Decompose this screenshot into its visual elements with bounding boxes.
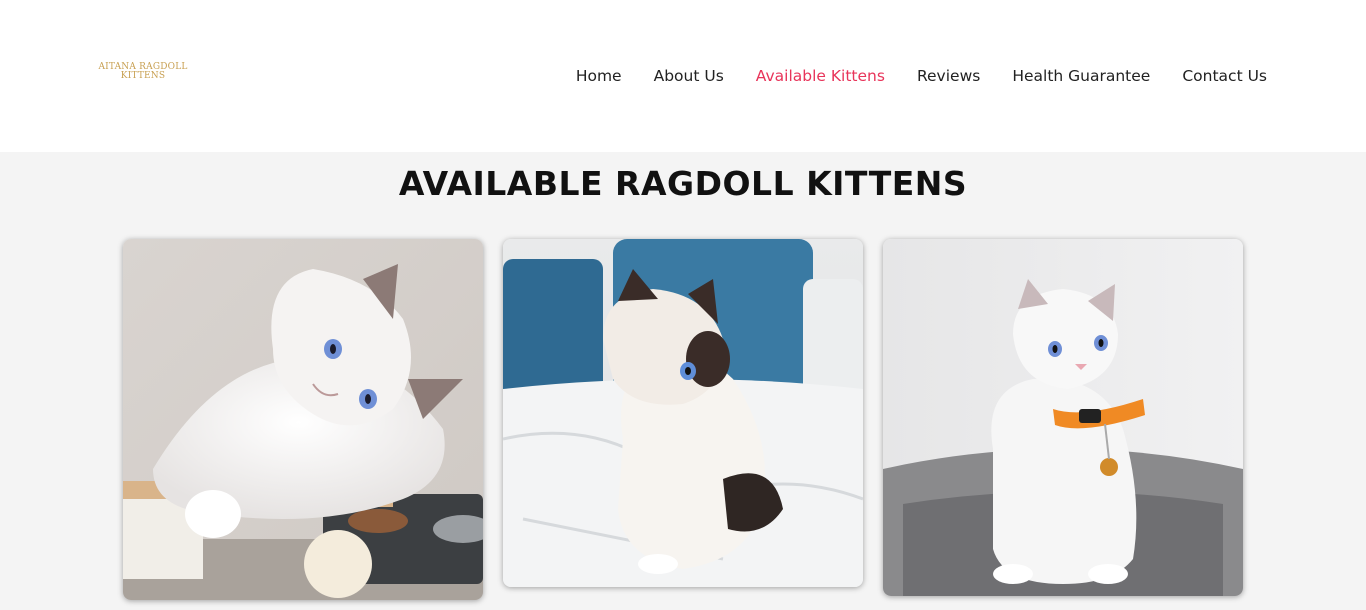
nav-available-kittens[interactable]: Available Kittens bbox=[756, 67, 885, 85]
nav-health-guarantee[interactable]: Health Guarantee bbox=[1012, 67, 1150, 85]
nav-home[interactable]: Home bbox=[576, 67, 622, 85]
kitten-card-3[interactable] bbox=[883, 239, 1243, 596]
nav-reviews[interactable]: Reviews bbox=[917, 67, 980, 85]
kitten-card-1[interactable] bbox=[123, 239, 483, 600]
kitten-photo-3 bbox=[883, 239, 1243, 596]
page-title: AVAILABLE RAGDOLL KITTENS bbox=[398, 164, 968, 203]
kitten-photo-2 bbox=[503, 239, 863, 587]
nav-contact-us[interactable]: Contact Us bbox=[1182, 67, 1267, 85]
site-logo[interactable]: AITANA RAGDOLL KITTENS bbox=[96, 63, 190, 85]
nav-about-us[interactable]: About Us bbox=[654, 67, 724, 85]
main-nav: Home About Us Available Kittens Reviews … bbox=[576, 64, 1267, 88]
site-header: AITANA RAGDOLL KITTENS Home About Us Ava… bbox=[0, 0, 1366, 152]
kitten-photo-1 bbox=[123, 239, 483, 600]
logo-line-2: KITTENS bbox=[120, 71, 166, 81]
kitten-card-2[interactable] bbox=[503, 239, 863, 587]
